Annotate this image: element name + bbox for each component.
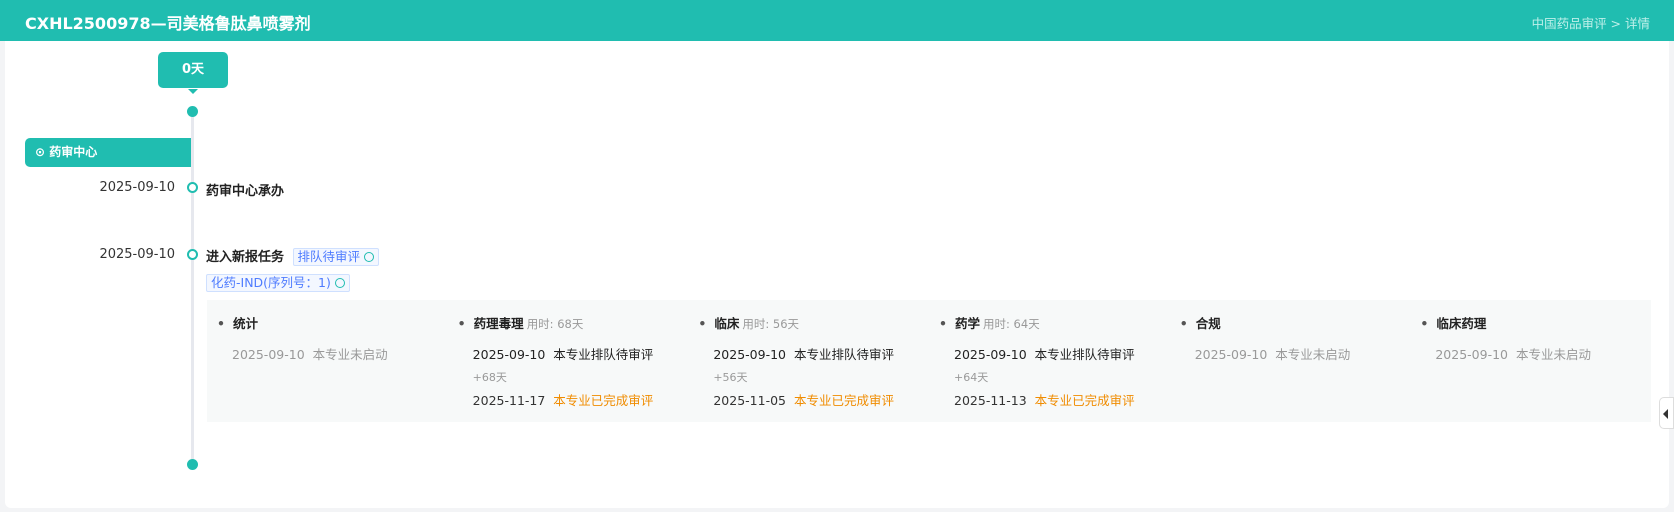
status-line: 2025-09-10 本专业未启动 [1195, 344, 1411, 363]
specialty-label: 临床 [714, 316, 740, 331]
status-text: 本专业未启动 [312, 347, 388, 362]
event-dot [187, 182, 198, 193]
specialty-column: 统计 2025-09-10 本专业未启动 [207, 300, 448, 422]
end-date: 2025-11-13 [954, 393, 1027, 408]
event-date: 2025-09-10 [99, 180, 175, 195]
status-date: 2025-09-10 [232, 347, 305, 362]
specialty-name: 统计 [217, 313, 448, 332]
status-date: 2025-09-10 [954, 347, 1027, 362]
clock-icon [334, 278, 345, 288]
status-line: 2025-09-10 本专业未启动 [1435, 344, 1651, 363]
end-line: 2025-11-13 本专业已完成审评 [954, 390, 1170, 409]
end-date: 2025-11-17 [472, 393, 546, 408]
specialty-name: 药学用时: 64天 [939, 313, 1170, 332]
end-line: 2025-11-17 本专业已完成审评 [473, 390, 689, 409]
status-date: 2025-09-10 [472, 347, 546, 362]
specialty-label: 临床药理 [1436, 316, 1487, 331]
status-tag[interactable]: 排队待审评 [292, 248, 380, 266]
delta-days: +56天 [713, 371, 748, 384]
status-tag-label: 排队待审评 [297, 249, 361, 264]
specialty-column: 合规 2025-09-10 本专业未启动 [1170, 300, 1411, 422]
specialty-panel: 统计2025-09-10 本专业未启动药理毒理用时: 68天2025-09-10… [207, 300, 1651, 422]
status-date: 2025-09-10 [1435, 347, 1509, 362]
specialty-column: 药理毒理用时: 68天 2025-09-10 本专业排队待审评 +68天 2025-1… [448, 300, 689, 422]
timeline-line [191, 112, 194, 465]
location-label: 药审中心 [49, 145, 98, 159]
status-date: 2025-09-10 [1194, 347, 1268, 362]
timeline-end-dot [187, 459, 198, 470]
time-used: 用时: 68天 [526, 317, 584, 331]
specialty-name: 临床药理 [1420, 313, 1651, 332]
specialty-name: 合规 [1180, 313, 1411, 332]
end-status: 本专业已完成审评 [793, 393, 894, 408]
event-title: 药审中心承办 [206, 184, 285, 199]
specialty-label: 合规 [1195, 316, 1221, 331]
sequence-tag[interactable]: 化药-IND(序列号：1) [206, 274, 350, 292]
status-text: 本专业未启动 [1275, 347, 1351, 362]
delta-days: +64天 [954, 371, 989, 384]
specialty-column: 临床药理 2025-09-10 本专业未启动 [1410, 300, 1651, 422]
status-text: 本专业未启动 [1515, 347, 1591, 362]
status-line: 2025-09-10 本专业排队待审评 [713, 344, 929, 363]
time-used: 用时: 64天 [983, 317, 1040, 331]
sub-tag-row: 化药-IND(序列号：1) [206, 274, 350, 292]
status-line: 2025-09-10 本专业未启动 [232, 344, 448, 363]
days-bubble: 0天 [158, 52, 228, 94]
breadcrumb[interactable]: 中国药品审评 > 详情 [1532, 13, 1650, 32]
timeline-start-dot [187, 106, 198, 117]
specialty-name: 药理毒理用时: 68天 [458, 313, 689, 332]
delta-days: +68天 [472, 371, 507, 384]
status-line: 2025-09-10 本专业排队待审评 [473, 344, 689, 363]
status-line: 2025-09-10 本专业排队待审评 [954, 344, 1170, 363]
location-bar: ⊙ 药审中心 [25, 138, 191, 167]
specialty-label: 药理毒理 [473, 316, 524, 331]
specialty-label: 药学 [955, 316, 981, 331]
event-row: 进入新报任务 排队待审评 [206, 246, 380, 266]
time-used: 用时: 56天 [742, 317, 800, 331]
specialty-column: 药学用时: 64天 2025-09-10 本专业排队待审评 +64天 2025-11-… [929, 300, 1170, 422]
specialty-label: 统计 [233, 316, 259, 331]
clock-icon [364, 252, 375, 262]
end-line: 2025-11-05 本专业已完成审评 [713, 390, 929, 409]
status-text: 本专业排队待审评 [793, 347, 894, 362]
collapse-side-button[interactable] [1659, 397, 1674, 429]
status-text: 本专业排队待审评 [1034, 347, 1135, 362]
specialty-column: 临床用时: 56天 2025-09-10 本专业排队待审评 +56天 2025-11-… [688, 300, 929, 422]
specialty-name: 临床用时: 56天 [698, 313, 929, 332]
page-title: CXHL2500978—司美格鲁肽鼻喷雾剂 [25, 14, 311, 33]
event-title: 进入新报任务 [206, 250, 285, 265]
end-status: 本专业已完成审评 [553, 393, 654, 408]
status-text: 本专业排队待审评 [553, 347, 654, 362]
status-date: 2025-09-10 [713, 347, 786, 362]
location-pin-icon: ⊙ [35, 145, 50, 159]
sequence-tag-label: 化药-IND(序列号：1) [211, 275, 331, 290]
end-date: 2025-11-05 [713, 393, 786, 408]
end-status: 本专业已完成审评 [1034, 393, 1135, 408]
header-bar: CXHL2500978—司美格鲁肽鼻喷雾剂 中国药品审评 > 详情 [0, 0, 1674, 41]
event-date: 2025-09-10 [99, 247, 175, 262]
event-dot [187, 249, 198, 260]
